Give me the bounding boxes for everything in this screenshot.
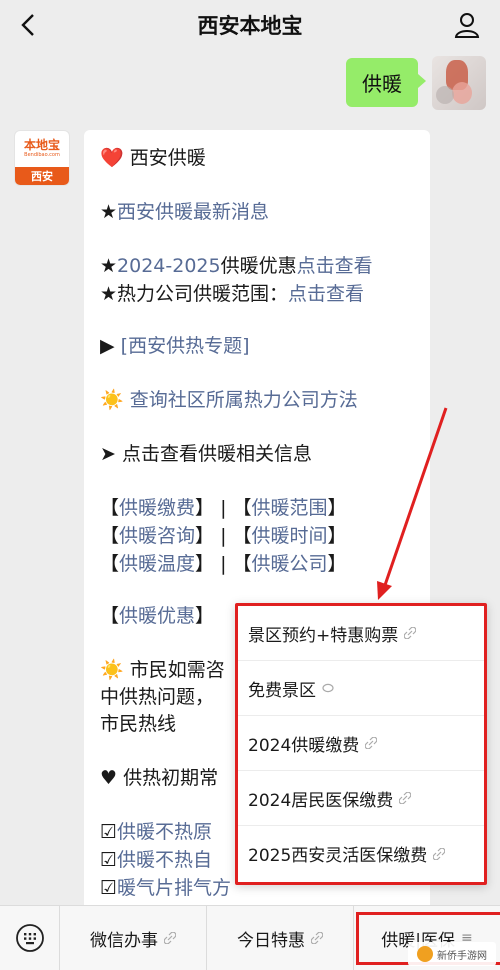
discount-view-link[interactable]: 点击查看 — [297, 255, 373, 277]
checkbox-icon: ☑ — [100, 849, 118, 871]
submenu-item-scenic-booking[interactable]: 景区预约+特惠购票 — [238, 606, 484, 661]
check-link-1[interactable]: 供暖不热原 — [117, 821, 212, 843]
menu-tab-wechat-service[interactable]: 微信办事 — [60, 905, 207, 970]
grid-link-temperature[interactable]: 供暖温度 — [119, 553, 195, 575]
user-message-row: 供暖 — [346, 56, 486, 110]
heating-scope-line: ★热力公司供暖范围：点击查看 — [100, 283, 365, 305]
latest-news-link[interactable]: 西安供暖最新消息 — [117, 201, 269, 223]
check-link-2[interactable]: 供暖不热自 — [117, 849, 212, 871]
check-line-3: ☑暖气片排气方 — [100, 874, 231, 902]
grid-link-time[interactable]: 供暖时间 — [252, 525, 328, 547]
mini-program-icon — [322, 683, 334, 693]
brand-city-label: 西安 — [15, 167, 69, 185]
sun-icon: ☀️ — [100, 659, 124, 681]
grid-row-4: 【供暖优惠】 — [100, 605, 215, 627]
year-link[interactable]: 2024-2025 — [117, 255, 221, 277]
link-icon — [433, 847, 446, 860]
sun-icon: ☀️ — [100, 389, 124, 411]
link-icon — [399, 792, 412, 804]
official-account-avatar[interactable]: 本地宝 Bendibao.com 西安 — [14, 130, 70, 186]
community-query-line: ☀️ 查询社区所属热力公司方法 — [100, 386, 358, 414]
submenu-item-medical-insurance[interactable]: 2024居民医保缴费 — [238, 771, 484, 826]
grid-row-3: 【供暖温度】 | 【供暖公司】 — [100, 553, 347, 575]
heating-topic-link[interactable]: [西安供热专题] — [121, 335, 250, 357]
watermark-logo-icon — [417, 946, 433, 962]
grid-link-range[interactable]: 供暖范围 — [252, 497, 328, 519]
submenu-item-free-scenic[interactable]: 免费景区 — [238, 661, 484, 716]
community-query-link[interactable]: 查询社区所属热力公司方法 — [130, 389, 358, 411]
submenu-item-flexible-insurance[interactable]: 2025西安灵活医保缴费 — [238, 826, 484, 881]
keyboard-icon — [15, 924, 44, 952]
topic-line: ▶ [西安供热专题] — [100, 335, 250, 357]
grid-link-company[interactable]: 供暖公司 — [252, 553, 328, 575]
check-line-1: ☑供暖不热原 — [100, 818, 212, 846]
check-link-3[interactable]: 暖气片排气方 — [117, 877, 231, 899]
keyboard-toggle-button[interactable] — [0, 905, 60, 970]
early-heating-line: ♥ 供热初期常 — [100, 767, 219, 789]
link-icon — [365, 737, 378, 749]
link-icon — [311, 932, 323, 944]
checkbox-icon: ☑ — [100, 877, 118, 899]
black-heart-icon: ♥ — [100, 767, 118, 789]
scope-view-link[interactable]: 点击查看 — [288, 283, 364, 305]
reply-heading: ❤️ 西安供暖 — [100, 147, 206, 169]
grid-link-payment[interactable]: 供暖缴费 — [119, 497, 195, 519]
citizen-line-1: ☀️ 市民如需咨 — [100, 659, 225, 681]
user-message-bubble[interactable]: 供暖 — [346, 58, 426, 107]
grid-link-consult[interactable]: 供暖咨询 — [119, 525, 195, 547]
page-title: 西安本地宝 — [197, 14, 303, 38]
citizen-line-3: 市民热线 — [100, 713, 177, 735]
back-arrow-icon[interactable] — [14, 10, 44, 40]
user-avatar[interactable] — [432, 56, 486, 110]
heart-icon: ❤️ — [100, 147, 124, 169]
user-profile-icon[interactable] — [452, 10, 482, 40]
grid-row-1: 【供暖缴费】 | 【供暖范围】 — [100, 497, 347, 519]
check-line-2: ☑供暖不热自 — [100, 846, 212, 874]
citizen-line-2: 中供热问题， — [100, 686, 215, 708]
brand-logo-text: 本地宝 — [23, 138, 60, 152]
submenu-item-heating-payment[interactable]: 2024供暖缴费 — [238, 716, 484, 771]
site-watermark: 新侨手游网 — [408, 942, 496, 966]
brand-logo-subtext: Bendibao.com — [24, 152, 60, 158]
menu-tab-today-deals[interactable]: 今日特惠 — [207, 905, 354, 970]
link-icon — [404, 627, 417, 639]
link-icon — [164, 932, 176, 944]
submenu-popup: 景区预约+特惠购票 免费景区 2024供暖缴费 2024居民医保缴费 2025西… — [235, 603, 487, 885]
latest-news-line: ★西安供暖最新消息 — [100, 201, 270, 223]
info-prompt: ➤ 点击查看供暖相关信息 — [100, 443, 312, 465]
checkbox-icon: ☑ — [100, 821, 118, 843]
grid-row-2: 【供暖咨询】 | 【供暖时间】 — [100, 525, 347, 547]
top-navbar: 西安本地宝 — [0, 0, 500, 50]
discount-line: ★2024-2025供暖优惠点击查看 — [100, 255, 373, 277]
grid-link-discount[interactable]: 供暖优惠 — [119, 605, 195, 627]
